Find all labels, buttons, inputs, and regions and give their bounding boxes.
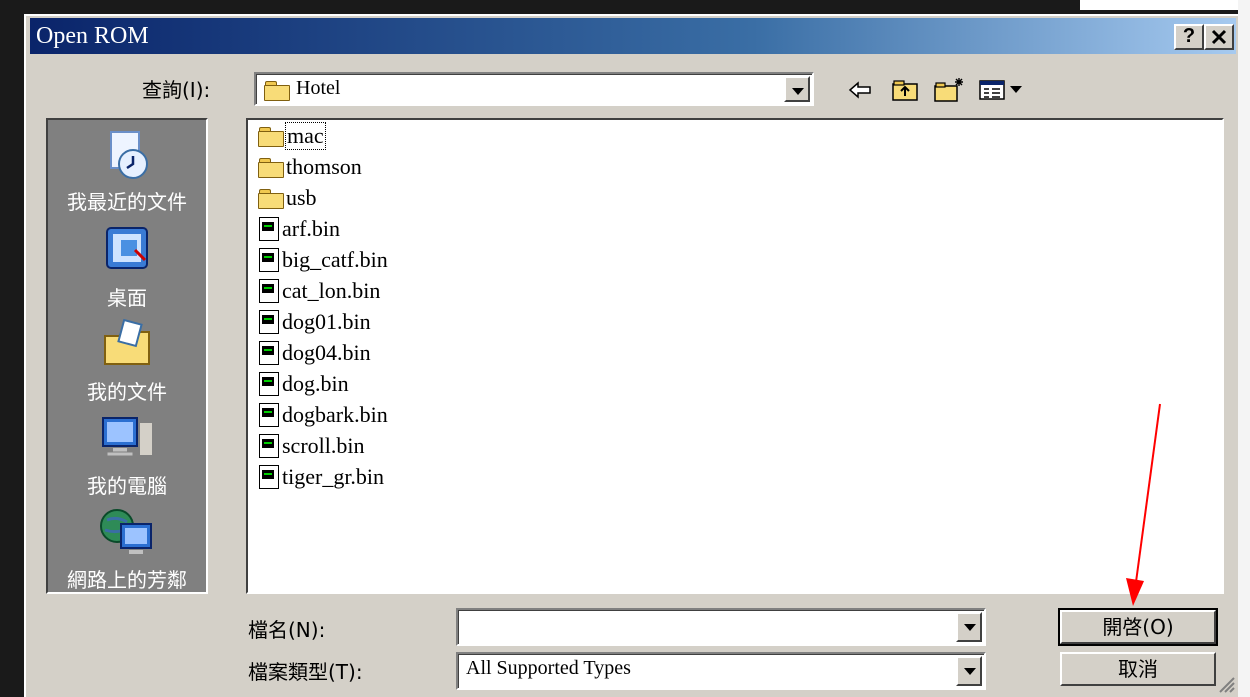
annotation-arrow — [1126, 403, 1161, 606]
